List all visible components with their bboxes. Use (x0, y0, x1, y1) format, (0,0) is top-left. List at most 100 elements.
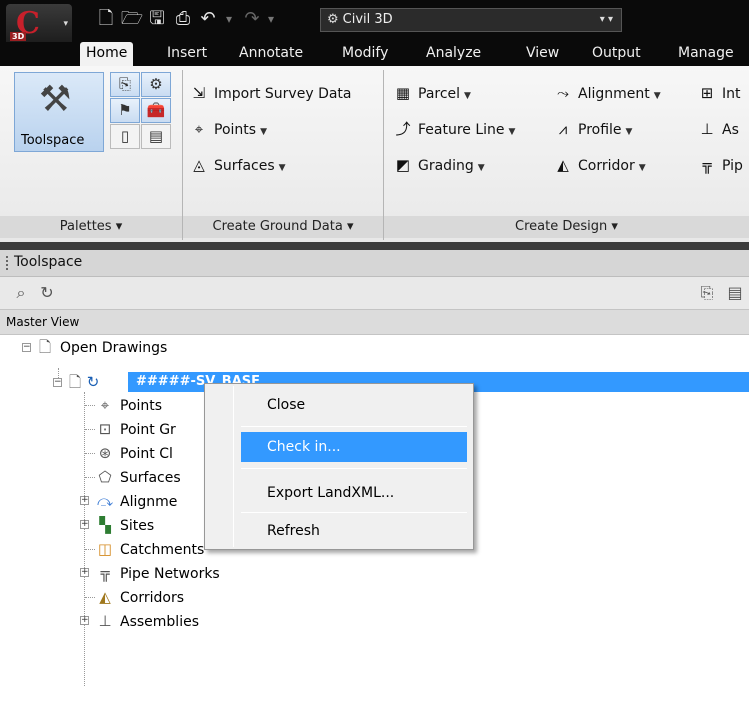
corridors-icon: ◭ (99, 588, 111, 606)
tab-home[interactable]: Home (80, 42, 134, 66)
refresh-icon[interactable]: ↻ (36, 283, 58, 303)
workspace-label: Civil 3D (342, 12, 393, 27)
tree-node-open-drawings[interactable]: 🗋 Open Drawings (36, 336, 167, 358)
tree-node-corridors[interactable]: ◭ Corridors (96, 586, 184, 608)
tab-manage[interactable]: Manage (672, 42, 740, 66)
drawing-file-icon: 🗋 (68, 373, 82, 391)
tree-node-catchments[interactable]: ◫ Catchments (96, 538, 204, 560)
tree-node-points[interactable]: ⌖ Points (96, 394, 162, 416)
properties-palette-icon[interactable]: ⎘ (110, 72, 140, 97)
new-file-icon[interactable]: 🗋 (94, 7, 118, 31)
palettes-panel-title[interactable]: Palettes ▾ (0, 216, 182, 238)
tree-node-label: Pipe Networks (120, 566, 220, 582)
surfaces-button[interactable]: ◬ Surfaces ▼ (188, 152, 285, 178)
open-folder-icon[interactable]: 🗁 (120, 7, 144, 31)
tree-node-label: Point Cl (120, 446, 173, 462)
survey-palette-icon[interactable]: ⚑ (110, 98, 140, 123)
profile-icon: ⩘ (558, 120, 568, 138)
save-icon[interactable]: 🖫 (145, 7, 169, 31)
application-menu-button[interactable]: C 3D ▾ (6, 4, 72, 42)
tree-node-point-clouds[interactable]: ⊛ Point Cl (96, 442, 173, 464)
tree-expand-toggle[interactable]: + (80, 496, 89, 505)
surfaces-icon: ⬠ (98, 468, 112, 486)
assembly-label: As (722, 122, 739, 138)
design-panel-title[interactable]: Create Design ▾ (384, 216, 749, 238)
parcel-button[interactable]: ▦ Parcel ▼ (392, 80, 471, 106)
tree-node-label: Surfaces (120, 470, 181, 486)
tree-node-label: Assemblies (120, 614, 199, 630)
grading-button[interactable]: ◩ Grading ▼ (392, 152, 485, 178)
toolbox-icon[interactable]: 🧰 (141, 98, 171, 123)
tab-view[interactable]: View (520, 42, 565, 66)
settings-palette-icon[interactable]: ⚙ (141, 72, 171, 97)
undo-icon[interactable]: ↶ (196, 7, 220, 31)
corridor-button[interactable]: ◭ Corridor ▼ (552, 152, 645, 178)
menu-item-check-in[interactable]: Check in... (241, 432, 467, 462)
redo-dropdown-icon[interactable]: ▾ (264, 7, 278, 31)
redo-icon[interactable]: ↷ (240, 7, 264, 31)
tree-node-pipe-networks[interactable]: ╦ Pipe Networks (96, 562, 220, 584)
tree-node-assemblies[interactable]: ⊥ Assemblies (96, 610, 199, 632)
workspace-select[interactable]: ⚙ Civil 3D ▾ ▾ (320, 8, 622, 32)
profile-label: Profile (578, 122, 622, 138)
tab-insert[interactable]: Insert (161, 42, 213, 66)
profile-button[interactable]: ⩘ Profile ▼ (552, 116, 633, 142)
points-button[interactable]: ⌖ Points ▼ (188, 116, 267, 142)
toolspace-header[interactable]: Toolspace (0, 250, 749, 277)
assembly-button[interactable]: ⊥ As (696, 116, 739, 142)
sites-icon: ▚ (99, 516, 111, 534)
points-icon: ⌖ (100, 396, 110, 414)
palettes-title-text: Palettes (59, 219, 112, 234)
tree-expand-toggle[interactable]: + (80, 568, 89, 577)
context-menu: Close Check in... Export LandXML... Refr… (204, 383, 474, 550)
menu-item-export-landxml[interactable]: Export LandXML... (241, 478, 467, 508)
tree-collapse-toggle[interactable]: − (22, 343, 31, 352)
tree-node-point-groups[interactable]: ⊡ Point Gr (96, 418, 176, 440)
zoom-selection-icon[interactable]: ⌕ (10, 283, 32, 303)
alignment-button[interactable]: ⤳ Alignment ▼ (552, 80, 661, 106)
tab-modify[interactable]: Modify (336, 42, 394, 66)
catchments-icon: ◫ (97, 540, 113, 558)
parcel-label: Parcel (418, 86, 461, 102)
feature-line-icon: ⤴ (395, 120, 411, 138)
pipe-network-icon: ╦ (702, 156, 712, 174)
toolspace-button[interactable]: ⚒ Toolspace (14, 72, 104, 152)
tab-output[interactable]: Output (586, 42, 647, 66)
tab-analyze[interactable]: Analyze (420, 42, 487, 66)
intersection-label: Int (722, 86, 741, 102)
tree-expand-toggle[interactable]: + (80, 616, 89, 625)
tree-node-alignments[interactable]: ⤼ Alignme (96, 490, 177, 512)
import-survey-label: Import Survey Data (214, 86, 352, 102)
drag-grip-icon[interactable] (6, 256, 9, 270)
chevron-down-icon: ▾ (63, 19, 68, 29)
phone-palette-icon[interactable]: ▯ (110, 124, 140, 149)
pipe-network-button[interactable]: ╦ Pip (696, 152, 742, 178)
window-divider (0, 242, 749, 250)
tree-collapse-toggle[interactable]: − (53, 378, 62, 387)
surfaces-icon: ◬ (193, 156, 205, 174)
drawing-icons: 🗋 ↻ (66, 371, 108, 393)
menu-item-close[interactable]: Close (241, 390, 467, 420)
alignment-icon: ⤳ (556, 84, 569, 102)
feature-line-button[interactable]: ⤴ Feature Line ▼ (392, 116, 515, 142)
copy-icon[interactable]: ⎘ (696, 283, 718, 303)
print-icon[interactable]: ⎙ (171, 7, 195, 31)
ground-data-panel-title[interactable]: Create Ground Data ▾ (183, 216, 383, 238)
intersection-button[interactable]: ⊞ Int (696, 80, 741, 106)
tree-node-surfaces[interactable]: ⬠ Surfaces (96, 466, 181, 488)
design-title-text: Create Design (515, 219, 608, 234)
assembly-icon: ⊥ (700, 120, 714, 138)
tree-node-label: Sites (120, 518, 155, 534)
view-select[interactable]: Master View (0, 309, 749, 335)
import-survey-data-button[interactable]: ⇲ Import Survey Data (188, 80, 352, 106)
tree-node-label: Alignme (120, 494, 178, 510)
list-palette-icon[interactable]: ▤ (141, 124, 171, 149)
point-clouds-icon: ⊛ (98, 444, 112, 462)
points-icon: ⌖ (194, 120, 204, 138)
list-view-icon[interactable]: ▤ (724, 283, 746, 303)
tree-expand-toggle[interactable]: + (80, 520, 89, 529)
undo-dropdown-icon[interactable]: ▾ (222, 7, 236, 31)
tree-node-sites[interactable]: ▚ Sites (96, 514, 154, 536)
tab-annotate[interactable]: Annotate (233, 42, 309, 66)
menu-item-refresh[interactable]: Refresh (241, 516, 467, 546)
